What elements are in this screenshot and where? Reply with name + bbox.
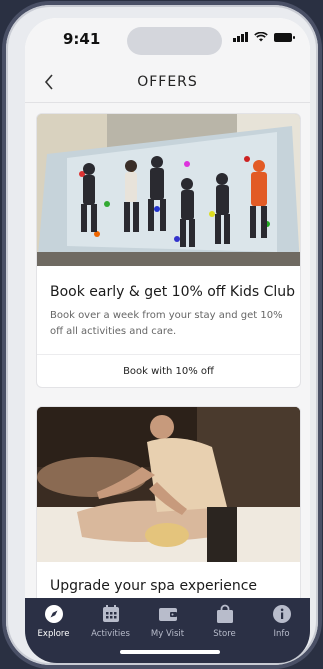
dynamic-island bbox=[127, 27, 222, 55]
wallet-icon bbox=[158, 608, 177, 621]
status-time: 9:41 bbox=[63, 30, 101, 48]
tab-label: My Visit bbox=[150, 629, 185, 639]
wifi-icon bbox=[254, 32, 268, 42]
tab-activities[interactable]: Activities bbox=[82, 604, 139, 639]
info-icon bbox=[272, 605, 291, 623]
tab-explore[interactable]: Explore bbox=[25, 604, 82, 639]
status-bar: 9:41 bbox=[25, 18, 310, 64]
tab-info[interactable]: Info bbox=[253, 604, 310, 639]
kids-climbing-wall-photo bbox=[37, 114, 300, 266]
status-icons bbox=[233, 32, 295, 42]
offer-card-kids-club[interactable]: Book early & get 10% off Kids Club Book … bbox=[36, 113, 301, 388]
offers-list[interactable]: Book early & get 10% off Kids Club Book … bbox=[25, 103, 310, 611]
tab-label: Info bbox=[273, 629, 290, 639]
shopping-bag-icon bbox=[216, 604, 233, 623]
battery-icon bbox=[274, 32, 295, 42]
offer-title: Upgrade your spa experience bbox=[50, 578, 258, 594]
offer-title: Book early & get 10% off Kids Club bbox=[50, 284, 296, 300]
offer-card-spa[interactable]: Upgrade your spa experience bbox=[36, 406, 301, 611]
tab-label: Activities bbox=[91, 629, 130, 639]
massage-spa-photo bbox=[37, 407, 300, 562]
calendar-icon bbox=[102, 605, 119, 622]
tab-label: Store bbox=[213, 629, 236, 639]
tab-my-visit[interactable]: My Visit bbox=[139, 604, 196, 639]
navigation-bar: OFFERS bbox=[25, 64, 310, 103]
phone-screen: 9:41 OFFERS Book early & get 10% off Kid… bbox=[25, 18, 310, 663]
offer-description: Book over a week from your stay and get … bbox=[50, 310, 283, 337]
tab-label: Explore bbox=[37, 629, 70, 639]
compass-icon bbox=[44, 605, 63, 623]
phone-frame: 9:41 OFFERS Book early & get 10% off Kid… bbox=[6, 5, 318, 665]
book-with-discount-button[interactable]: Book with 10% off bbox=[37, 355, 300, 387]
cellular-signal-icon bbox=[233, 32, 248, 42]
page-title: OFFERS bbox=[137, 74, 198, 90]
tab-store[interactable]: Store bbox=[196, 604, 253, 639]
home-indicator[interactable] bbox=[120, 650, 220, 654]
